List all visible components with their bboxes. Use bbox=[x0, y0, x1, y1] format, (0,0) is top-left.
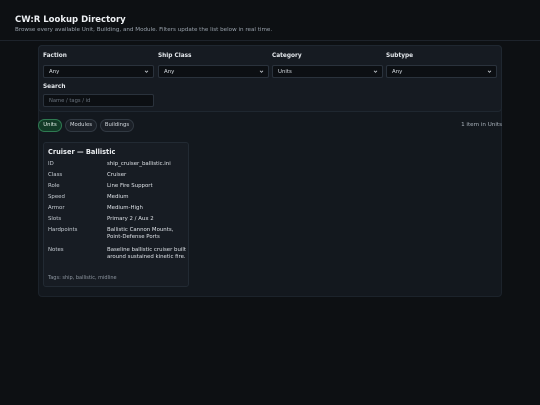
card-tags: Tags: ship, ballistic, midline bbox=[48, 275, 117, 281]
search-input[interactable]: Name / tags / id bbox=[43, 94, 154, 107]
row-key-slots: Slots bbox=[48, 216, 62, 222]
row-key-notes: Notes bbox=[48, 247, 64, 253]
page-subtitle: Browse every available Unit, Building, a… bbox=[15, 27, 273, 33]
row-key-id: ID bbox=[48, 161, 54, 167]
subtype-select-value: Any bbox=[392, 69, 403, 75]
tab-units[interactable]: Units bbox=[38, 119, 62, 132]
result-count: 1 item in Units bbox=[461, 122, 502, 128]
row-value-armor: Medium-High bbox=[107, 205, 143, 211]
category-label: Category bbox=[272, 53, 302, 59]
faction-label: Faction bbox=[43, 53, 67, 59]
card-title: Cruiser — Ballistic bbox=[48, 148, 116, 156]
search-placeholder: Name / tags / id bbox=[49, 98, 91, 104]
faction-select-value: Any bbox=[49, 69, 60, 75]
ship-class-select-value: Any bbox=[164, 69, 175, 75]
page-title: CW:R Lookup Directory bbox=[15, 15, 126, 25]
category-select-value: Units bbox=[278, 69, 292, 75]
chevron-down-icon bbox=[373, 70, 378, 73]
row-value-speed: Medium bbox=[107, 194, 129, 200]
row-key-class: Class bbox=[48, 172, 63, 178]
tab-buildings[interactable]: Buildings bbox=[100, 119, 134, 132]
row-value-class: Cruiser bbox=[107, 172, 127, 178]
row-key-role: Role bbox=[48, 183, 60, 189]
chevron-down-icon bbox=[259, 70, 264, 73]
row-value-notes: Baseline ballistic cruiser built around … bbox=[107, 247, 186, 260]
ship-class-label: Ship Class bbox=[158, 53, 192, 59]
row-value-slots: Primary 2 / Aux 2 bbox=[107, 216, 154, 222]
tab-modules[interactable]: Modules bbox=[65, 119, 97, 132]
row-key-speed: Speed bbox=[48, 194, 65, 200]
ship-class-select[interactable]: Any bbox=[158, 65, 269, 78]
chevron-down-icon bbox=[487, 70, 492, 73]
row-value-id: ship_cruiser_ballistic.ini bbox=[107, 161, 171, 167]
row-value-role: Line Fire Support bbox=[107, 183, 153, 189]
subtype-label: Subtype bbox=[386, 53, 414, 59]
row-key-hardpoints: Hardpoints bbox=[48, 227, 78, 233]
page-header: CW:R Lookup Directory Browse every avail… bbox=[0, 0, 540, 41]
chevron-down-icon bbox=[144, 70, 149, 73]
subtype-select[interactable]: Any bbox=[386, 65, 497, 78]
search-label: Search bbox=[43, 84, 66, 90]
faction-select[interactable]: Any bbox=[43, 65, 154, 78]
row-key-armor: Armor bbox=[48, 205, 65, 211]
row-value-hardpoints: Ballistic Cannon Mounts, Point-Defense P… bbox=[107, 227, 174, 240]
category-select[interactable]: Units bbox=[272, 65, 383, 78]
